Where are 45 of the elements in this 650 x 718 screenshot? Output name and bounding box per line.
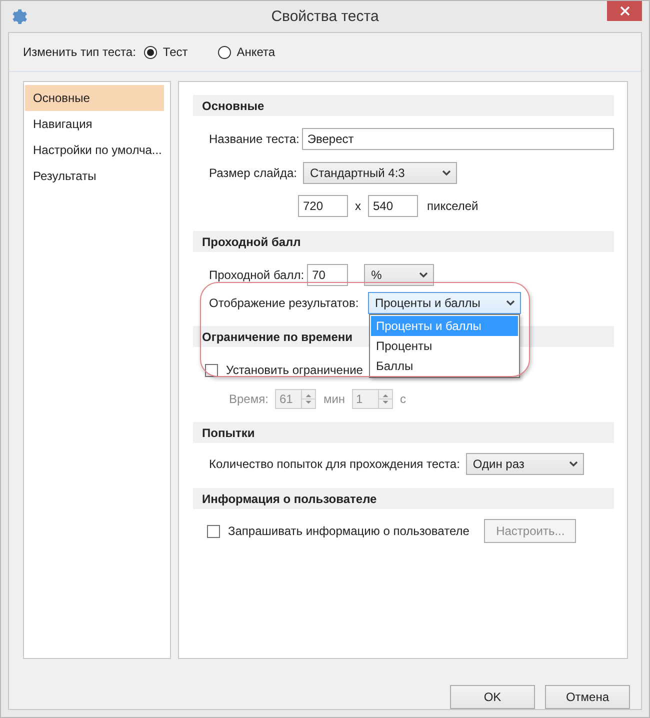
radio-icon[interactable]: [144, 46, 157, 58]
test-type-label: Изменить тип теста:: [23, 45, 136, 59]
chevron-down-icon: [442, 170, 451, 176]
section-header: Основные: [193, 95, 614, 116]
slide-size-dropdown[interactable]: Стандартный 4:3: [302, 162, 457, 184]
unit-label: мин: [323, 392, 346, 406]
times-sign: x: [355, 199, 361, 213]
sidebar-item[interactable]: Навигация: [25, 111, 164, 137]
section-header: Проходной балл: [193, 231, 614, 252]
window-title: Свойства теста: [271, 8, 379, 25]
sidebar-item[interactable]: Основные: [25, 85, 164, 111]
close-icon: [620, 6, 630, 16]
radio-icon[interactable]: [218, 46, 231, 58]
passing-score-field[interactable]: 70: [307, 264, 348, 286]
score-unit-dropdown[interactable]: %: [364, 264, 434, 286]
section-header: Попытки: [193, 422, 614, 443]
chevron-down-icon: [419, 272, 428, 278]
field-label: Проходной балл:: [209, 268, 304, 282]
spinner-arrows-icon[interactable]: [378, 390, 392, 408]
sidebar-item[interactable]: Результаты: [25, 163, 164, 189]
unit-label: пикселей: [427, 199, 478, 213]
dialog-button[interactable]: Отмена: [545, 685, 630, 709]
field-label: Время:: [229, 392, 268, 406]
field-label: Название теста:: [209, 132, 300, 146]
checkbox[interactable]: [207, 524, 220, 538]
field-label: Отображение результатов:: [209, 296, 360, 310]
sidebar-item[interactable]: Настройки по умолча...: [25, 137, 164, 163]
gear-icon: [10, 7, 29, 26]
checkbox-label: Установить ограничение: [226, 363, 363, 377]
field-label: Количество попыток для прохождения теста:: [209, 457, 460, 471]
section-header: Информация о пользователе: [193, 488, 614, 509]
radio-option[interactable]: Тест: [144, 45, 188, 59]
chevron-down-icon: [568, 461, 578, 467]
radio-option[interactable]: Анкета: [218, 45, 276, 59]
height-field[interactable]: 540: [368, 195, 418, 217]
width-field[interactable]: 720: [298, 195, 348, 217]
chevron-down-icon: [506, 300, 515, 306]
test-name-field[interactable]: Эверест: [302, 128, 614, 150]
attempts-dropdown[interactable]: Один раз: [466, 453, 584, 475]
close-button[interactable]: [607, 1, 642, 21]
unit-label: с: [400, 392, 406, 406]
spinner-arrows-icon[interactable]: [301, 390, 316, 408]
dialog-button[interactable]: OK: [450, 685, 535, 709]
checkbox-label: Запрашивать информацию о пользователе: [228, 524, 470, 538]
field-label: Размер слайда:: [209, 166, 297, 180]
